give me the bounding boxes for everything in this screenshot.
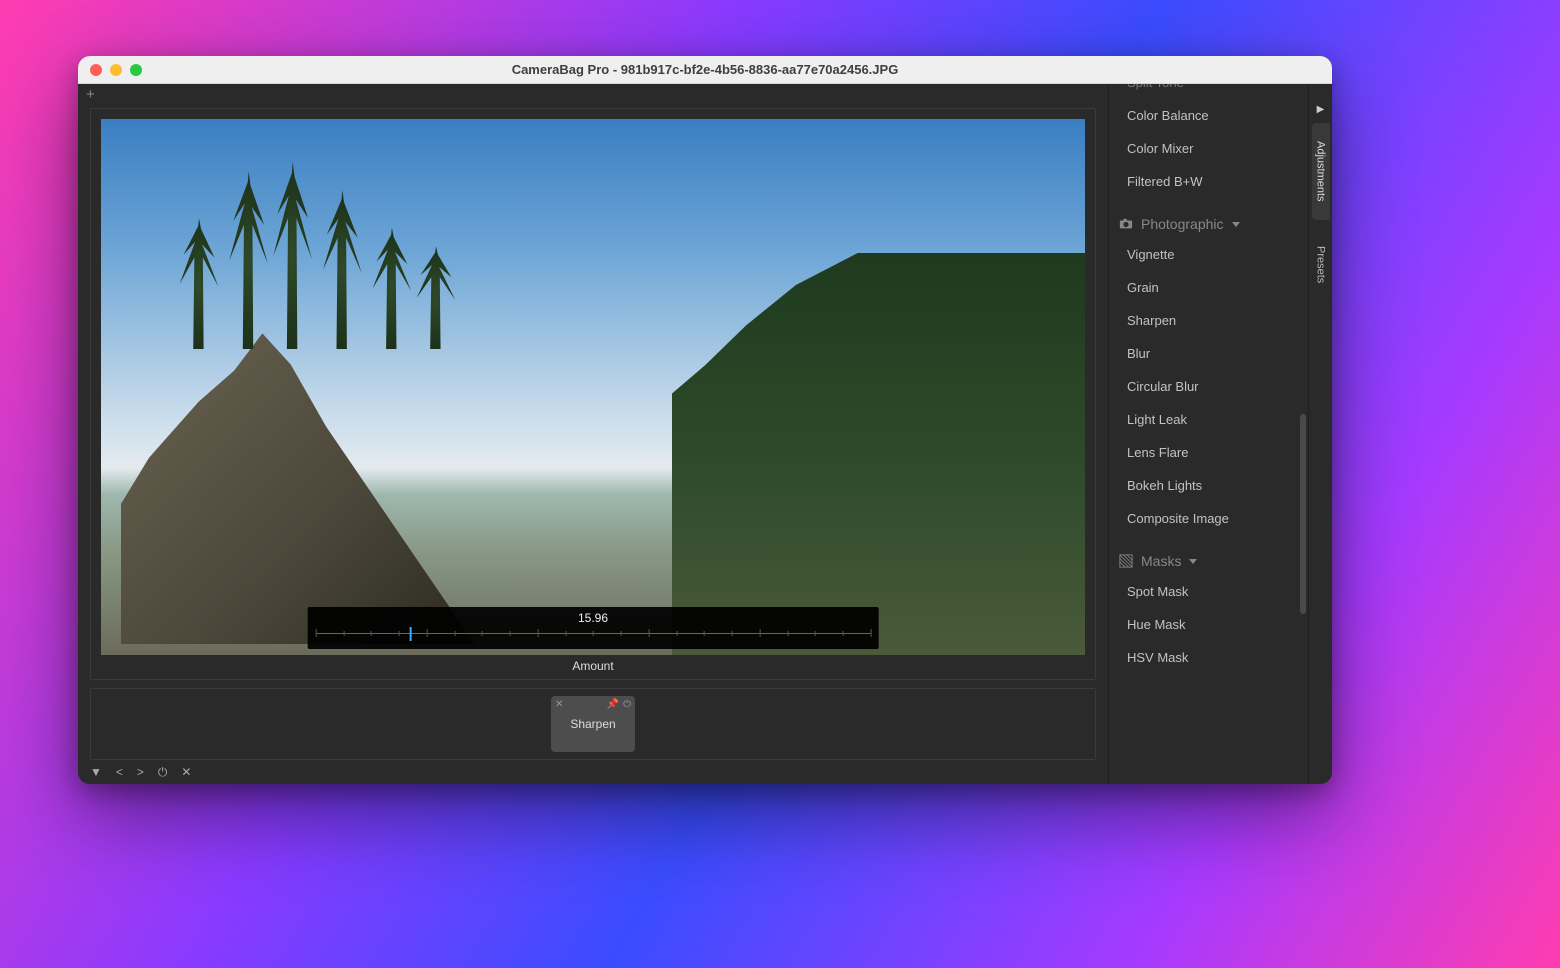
adjustments-list[interactable]: Split Tone Color Balance Color Mixer Fil… [1109,84,1308,694]
camera-icon [1119,217,1133,231]
group-label: Masks [1141,553,1181,569]
photo-preview [101,119,1085,655]
list-item[interactable]: Vignette [1127,238,1298,271]
app-window: CameraBag Pro - 981b917c-bf2e-4b56-8836-… [78,56,1332,784]
canvas-wrap: 15.96 [90,108,1096,680]
list-item[interactable]: Hue Mask [1127,608,1298,641]
collapse-dropdown-icon[interactable]: ▼ [90,765,102,779]
chevron-down-icon [1232,222,1240,227]
list-item[interactable]: Lens Flare [1127,436,1298,469]
amount-slider-overlay: 15.96 [308,607,879,649]
list-item[interactable]: HSV Mask [1127,641,1298,674]
add-tab-button[interactable]: + [86,87,95,102]
list-item[interactable]: Blur [1127,337,1298,370]
main-pane: + [78,84,1108,784]
bottom-controls: ▼ < > ⏻ ✕ [78,760,1108,784]
tab-presets[interactable]: Presets [1312,228,1330,301]
tile-close-icon[interactable]: ✕ [555,699,563,710]
adjustments-panel: Split Tone Color Balance Color Mixer Fil… [1108,84,1308,784]
list-item[interactable]: Composite Image [1127,502,1298,535]
slider-handle[interactable] [410,627,412,641]
image-canvas[interactable]: 15.96 [101,119,1085,655]
adj-split-tone[interactable]: Split Tone [1127,84,1298,99]
toggle-power-icon[interactable]: ⏻ [158,765,168,780]
side-tab-rail: ▶ Adjustments Presets [1308,84,1332,784]
window-title: CameraBag Pro - 981b917c-bf2e-4b56-8836-… [78,62,1332,77]
list-item[interactable]: Circular Blur [1127,370,1298,403]
list-item[interactable]: Light Leak [1127,403,1298,436]
list-item[interactable]: Spot Mask [1127,575,1298,608]
amount-slider[interactable] [316,627,871,643]
group-photographic[interactable]: Photographic [1119,198,1298,238]
masks-icon [1119,554,1133,568]
chevron-down-icon [1189,559,1197,564]
clear-button[interactable]: ✕ [181,765,191,779]
list-item[interactable]: Bokeh Lights [1127,469,1298,502]
list-item[interactable]: Color Mixer [1127,132,1298,165]
titlebar[interactable]: CameraBag Pro - 981b917c-bf2e-4b56-8836-… [78,56,1332,84]
power-icon[interactable]: ⏻ [623,699,631,710]
prev-button[interactable]: < [116,765,123,779]
group-masks[interactable]: Masks [1119,535,1298,575]
app-body: + [78,84,1332,784]
pin-icon[interactable]: 📌 [607,699,619,710]
list-item[interactable]: Color Balance [1127,99,1298,132]
next-button[interactable]: > [137,765,144,779]
list-item[interactable]: Sharpen [1127,304,1298,337]
tile-label: Sharpen [570,717,615,731]
top-strip: + [78,84,1108,104]
slider-label: Amount [91,655,1095,679]
scrollbar[interactable] [1300,414,1306,614]
slider-value: 15.96 [316,611,871,625]
collapse-panel-icon[interactable]: ▶ [1317,104,1325,115]
adjustment-tiles-strip[interactable]: ✕ 📌 ⏻ Sharpen [90,688,1096,760]
tile-sharpen[interactable]: ✕ 📌 ⏻ Sharpen [551,696,635,752]
list-item[interactable]: Grain [1127,271,1298,304]
group-label: Photographic [1141,216,1224,232]
list-item[interactable]: Filtered B+W [1127,165,1298,198]
tab-adjustments[interactable]: Adjustments [1312,123,1330,220]
